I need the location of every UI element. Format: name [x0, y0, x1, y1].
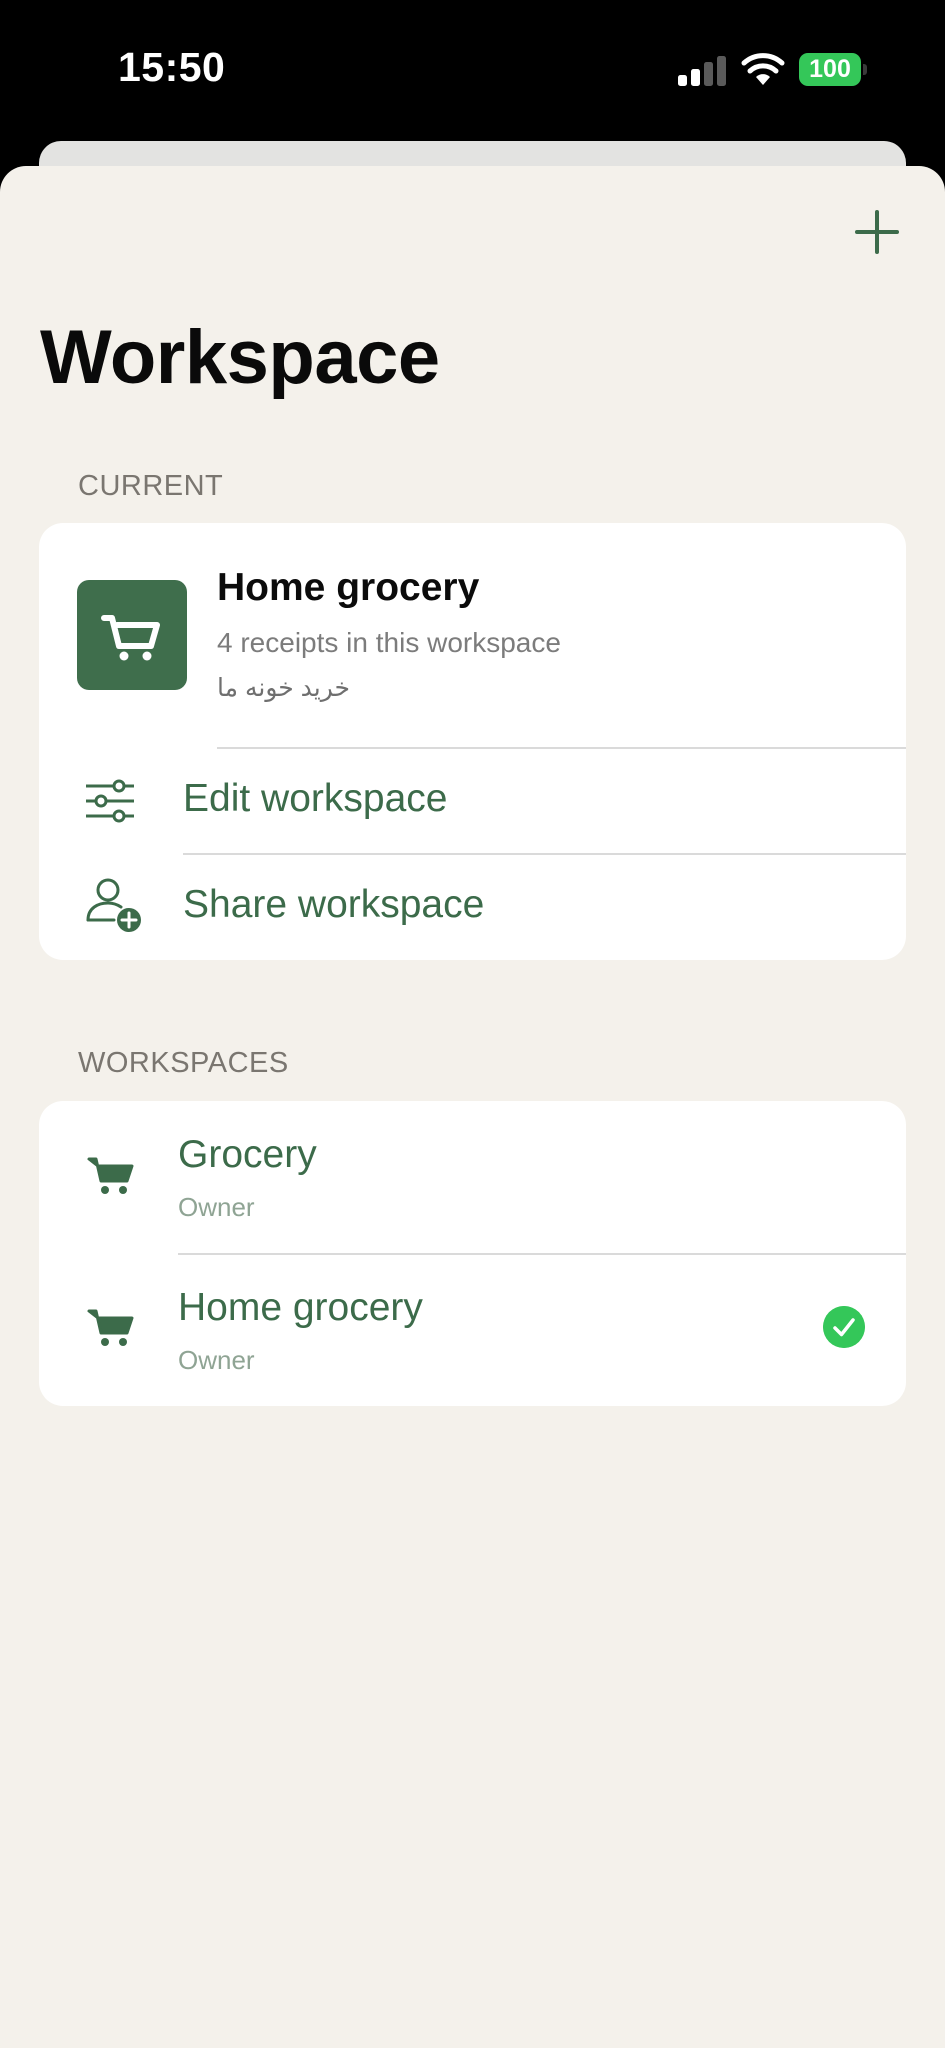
battery-icon: 100 [799, 53, 867, 86]
workspace-description: خرید خونه ما [217, 674, 350, 702]
workspace-name: Grocery [178, 1133, 317, 1176]
workspace-list-item-grocery[interactable]: Grocery Owner [39, 1101, 906, 1253]
battery-level: 100 [799, 53, 861, 86]
page-title: Workspace [40, 315, 440, 400]
current-workspace-avatar [77, 580, 187, 690]
current-workspace-card: Home grocery 4 receipts in this workspac… [39, 523, 906, 960]
workspace-role: Owner [178, 1345, 255, 1375]
add-workspace-button[interactable] [853, 208, 901, 256]
shopping-cart-icon [87, 1309, 134, 1346]
status-time: 15:50 [118, 44, 226, 90]
checkmark-icon [823, 1306, 865, 1348]
wifi-icon [741, 53, 785, 85]
sliders-icon [86, 779, 134, 823]
current-section-header: CURRENT [78, 470, 224, 502]
workspace-role: Owner [178, 1192, 255, 1222]
share-workspace-label: Share workspace [183, 883, 485, 926]
workspaces-section-header: WORKSPACES [78, 1047, 289, 1079]
shopping-cart-icon [87, 1157, 134, 1194]
workspaces-list-card: Grocery Owner Home grocery Owner [39, 1101, 906, 1406]
shopping-cart-icon [101, 615, 160, 661]
status-bar: 15:50 100 [0, 0, 945, 140]
receipt-count: 4 receipts in this workspace [217, 627, 561, 658]
edit-workspace-label: Edit workspace [183, 777, 448, 820]
workspace-list-item-home-grocery[interactable]: Home grocery Owner [39, 1255, 906, 1406]
battery-tip [863, 64, 867, 75]
add-person-icon [86, 878, 141, 932]
cellular-signal-icon [678, 56, 726, 86]
workspace-name: Home grocery [178, 1286, 423, 1329]
share-workspace-row[interactable]: Share workspace [39, 855, 906, 960]
edit-workspace-row[interactable]: Edit workspace [39, 749, 906, 853]
current-workspace-name: Home grocery [217, 566, 480, 609]
